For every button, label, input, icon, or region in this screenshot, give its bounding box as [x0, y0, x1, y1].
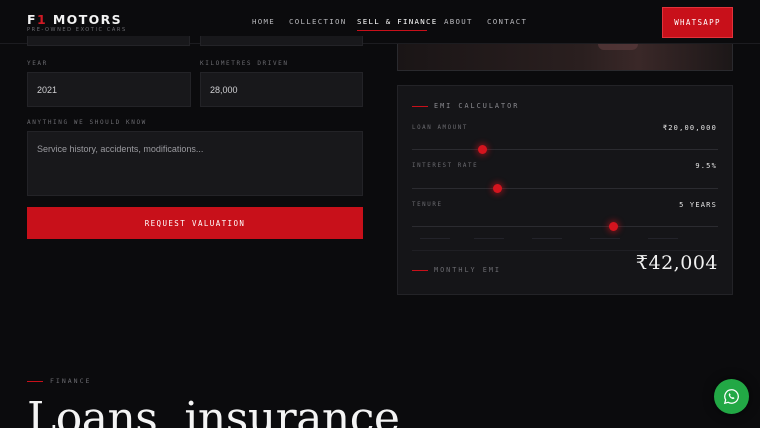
loan-amount-thumb[interactable] [477, 145, 487, 154]
nav-about[interactable]: ABOUT [444, 17, 473, 26]
nav-home[interactable]: HOME [252, 17, 275, 26]
interest-rate-slider[interactable] [412, 188, 718, 189]
finance-accent [27, 381, 43, 382]
request-valuation-button[interactable]: REQUEST VALUATION [27, 207, 363, 239]
tenure-label: TENURE [412, 202, 443, 208]
nav-active-underline [357, 30, 427, 31]
whatsapp-button[interactable]: WHATSAPP [662, 7, 733, 38]
brand-tagline: PRE-OWNED EXOTIC CARS [27, 27, 127, 33]
whatsapp-float-button[interactable] [714, 379, 749, 414]
notes-textarea[interactable]: Service history, accidents, modification… [27, 131, 363, 196]
loan-amount-label: LOAN AMOUNT [412, 125, 468, 131]
loan-amount-value: ₹20,00,000 [662, 124, 717, 132]
loan-amount-slider[interactable] [412, 149, 718, 150]
emi-title-accent [412, 106, 428, 107]
tenure-slider[interactable] [412, 226, 718, 227]
brand-logo[interactable]: F1 MOTORS [27, 12, 122, 27]
previous-fields-edge [27, 36, 363, 46]
emi-title: EMI CALCULATOR [434, 102, 520, 110]
km-label: KILOMETRES DRIVEN [200, 60, 289, 67]
tenure-ticks [412, 238, 718, 241]
emi-divider [412, 250, 718, 251]
notes-label: ANYTHING WE SHOULD KNOW [27, 119, 147, 126]
nav-sell-finance[interactable]: SELL & FINANCE [357, 17, 438, 26]
finance-section-label: FINANCE [50, 377, 92, 385]
monthly-emi-label: MONTHLY EMI [434, 266, 502, 274]
interest-rate-value: 9.5% [695, 162, 717, 170]
year-field[interactable]: 2021 [27, 72, 191, 107]
nav-collection[interactable]: COLLECTION [289, 17, 347, 26]
tenure-value: 5 YEARS [679, 201, 717, 209]
monthly-emi-accent [412, 270, 428, 271]
whatsapp-icon [723, 389, 739, 405]
car-photo [397, 44, 733, 71]
kilometres-field[interactable]: 28,000 [200, 72, 363, 107]
finance-headline: Loans, insurance, [27, 393, 413, 428]
nav-contact[interactable]: CONTACT [487, 17, 527, 26]
interest-rate-label: INTEREST RATE [412, 163, 479, 169]
year-label: YEAR [27, 60, 48, 67]
monthly-emi-value: ₹42,004 [635, 252, 718, 274]
